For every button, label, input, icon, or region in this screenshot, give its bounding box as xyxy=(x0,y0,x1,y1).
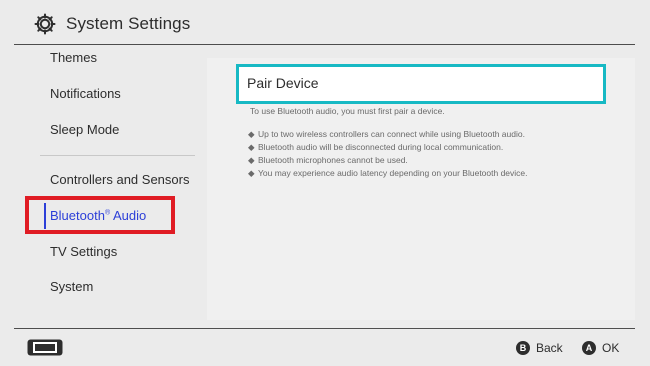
sidebar-item-tv-settings[interactable]: TV Settings xyxy=(50,242,117,262)
ok-button[interactable]: A OK xyxy=(582,340,619,356)
sidebar-divider xyxy=(40,155,195,156)
sidebar-item-system[interactable]: System xyxy=(50,277,93,297)
back-label: Back xyxy=(536,341,563,355)
page-title: System Settings xyxy=(66,14,191,33)
b-button-icon: B xyxy=(516,341,530,355)
ok-label: OK xyxy=(602,341,620,355)
sidebar-item-themes[interactable]: Themes xyxy=(50,48,97,68)
pair-device-button[interactable]: Pair Device xyxy=(236,64,606,104)
list-item: ◆ Bluetooth audio will be disconnected du… xyxy=(248,142,504,152)
list-item: ◆ Bluetooth microphones cannot be used. xyxy=(248,155,408,165)
sidebar-item-notifications[interactable]: Notifications xyxy=(50,84,121,104)
info-list: ◆ Up to two wireless controllers can conn… xyxy=(248,128,528,180)
pair-device-label: Pair Device xyxy=(247,75,319,91)
description-text: To use Bluetooth audio, you must first p… xyxy=(250,106,445,116)
a-button-icon: A xyxy=(582,341,596,355)
list-item: ◆ Up to two wireless controllers can conn… xyxy=(248,129,525,139)
back-button[interactable]: B Back xyxy=(516,340,563,356)
bullet-diamond-icon: ◆ xyxy=(248,142,255,152)
highlight-annotation xyxy=(25,196,175,234)
controller-icon xyxy=(27,339,63,356)
bullet-diamond-icon: ◆ xyxy=(248,155,255,165)
footer-divider xyxy=(14,328,635,329)
bullet-diamond-icon: ◆ xyxy=(248,168,255,178)
sidebar-item-controllers-and-sensors[interactable]: Controllers and Sensors xyxy=(50,170,189,190)
bullet-diamond-icon: ◆ xyxy=(248,129,255,139)
sidebar-item-sleep-mode[interactable]: Sleep Mode xyxy=(50,120,119,140)
list-item: ◆ You may experience audio latency depend… xyxy=(248,168,528,178)
gear-icon xyxy=(34,13,56,35)
header: System Settings xyxy=(0,0,650,44)
